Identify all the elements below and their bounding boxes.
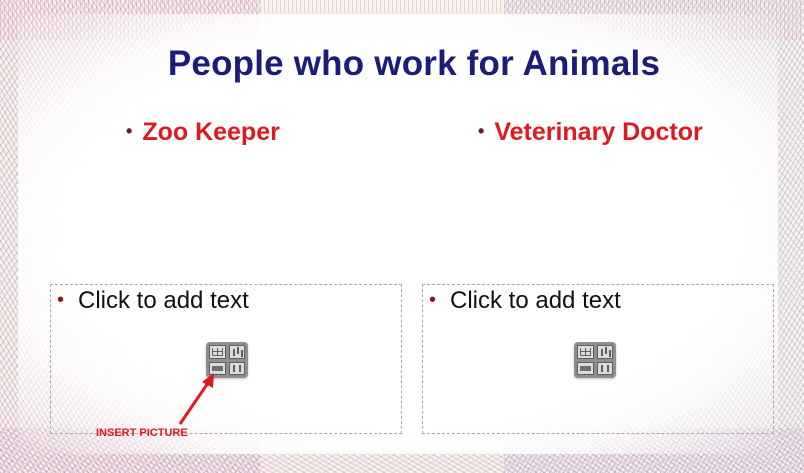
left-placeholder-text[interactable]: • Click to add text	[57, 287, 249, 315]
insert-content-icon[interactable]	[206, 342, 248, 378]
media-icon[interactable]	[596, 361, 613, 375]
right-column-heading[interactable]: • Veterinary Doctor	[478, 118, 703, 147]
chart-icon[interactable]	[228, 345, 245, 359]
picture-icon[interactable]	[577, 361, 594, 375]
slide-title[interactable]: People who work for Animals	[0, 44, 804, 84]
media-icon[interactable]	[228, 361, 245, 375]
left-column-heading-text: Zoo Keeper	[142, 118, 280, 146]
slide-canvas: People who work for Animals • Zoo Keeper …	[0, 0, 804, 473]
right-content-placeholder[interactable]: • Click to add text	[422, 284, 774, 434]
chart-icon[interactable]	[596, 345, 613, 359]
bullet-glyph: •	[429, 289, 437, 311]
insert-content-icon[interactable]	[574, 342, 616, 378]
right-placeholder-text[interactable]: • Click to add text	[429, 287, 621, 315]
bullet-glyph: •	[57, 289, 65, 311]
bullet-glyph: •	[478, 121, 485, 141]
left-content-placeholder[interactable]: • Click to add text	[50, 284, 402, 434]
left-placeholder-label: Click to add text	[78, 287, 249, 314]
bullet-glyph: •	[126, 121, 133, 141]
table-icon[interactable]	[209, 345, 226, 359]
right-placeholder-label: Click to add text	[450, 287, 621, 314]
left-column-heading[interactable]: • Zoo Keeper	[126, 118, 280, 147]
insert-picture-annotation: INSERT PICTURE	[96, 427, 188, 439]
picture-icon[interactable]	[209, 361, 226, 375]
table-icon[interactable]	[577, 345, 594, 359]
right-column-heading-text: Veterinary Doctor	[494, 118, 703, 146]
